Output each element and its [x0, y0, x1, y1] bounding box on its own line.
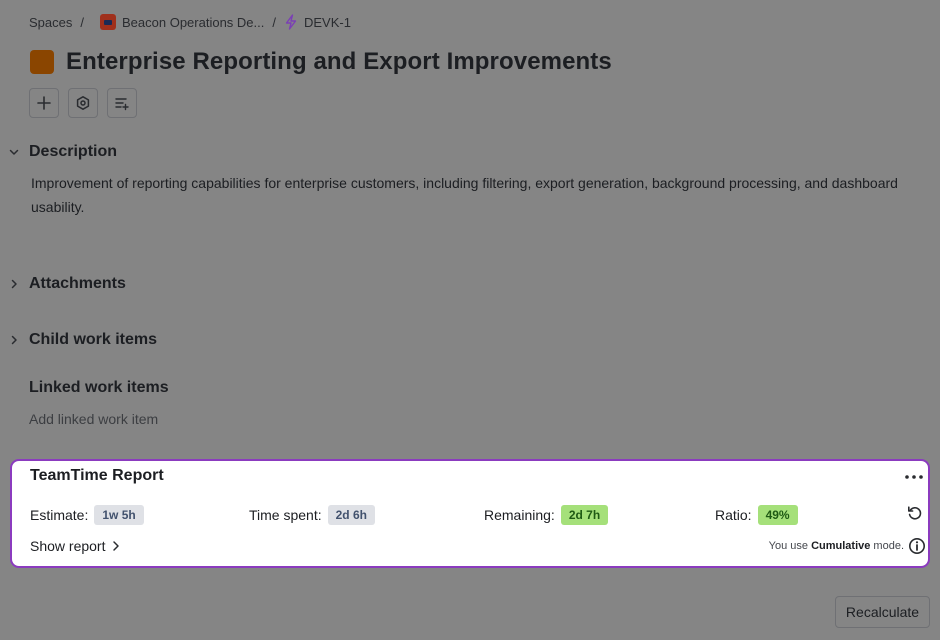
ratio-metric: Ratio: 49% — [715, 505, 798, 525]
apps-button[interactable] — [68, 88, 98, 118]
lightning-icon — [285, 14, 297, 30]
issue-toolbar — [29, 88, 137, 118]
title-row: Enterprise Reporting and Export Improvem… — [30, 46, 612, 78]
show-report-link[interactable]: Show report — [30, 538, 121, 554]
estimate-label: Estimate: — [30, 507, 89, 523]
info-icon[interactable] — [908, 537, 926, 555]
work-type-icon[interactable] — [30, 50, 54, 74]
add-field-button[interactable] — [107, 88, 137, 118]
add-button[interactable] — [29, 88, 59, 118]
more-icon — [905, 475, 923, 479]
chevron-down-icon — [6, 144, 22, 160]
breadcrumb-separator: / — [80, 14, 84, 30]
teamtime-title: TeamTime Report — [30, 467, 164, 484]
breadcrumb: Spaces / Beacon Operations De... / DEVK-… — [29, 12, 351, 32]
time-spent-label: Time spent: — [249, 507, 322, 523]
list-add-icon — [115, 98, 129, 111]
remaining-label: Remaining: — [484, 507, 555, 523]
breadcrumb-issue-key[interactable]: DEVK-1 — [304, 15, 351, 30]
attachments-section-toggle[interactable]: Attachments — [6, 272, 126, 296]
estimate-value: 1w 5h — [94, 505, 144, 525]
project-avatar-icon — [100, 14, 116, 30]
linked-items-heading: Linked work items — [29, 379, 169, 396]
show-report-label: Show report — [30, 538, 106, 554]
remaining-value: 2d 7h — [560, 505, 609, 525]
mode-suffix: mode. — [873, 540, 904, 552]
child-items-section-toggle[interactable]: Child work items — [6, 328, 157, 352]
teamtime-report-panel: TeamTime Report Estimate: 1w 5h Time spe… — [10, 459, 930, 568]
plus-icon — [37, 96, 51, 110]
attachments-heading: Attachments — [29, 275, 126, 292]
mode-indicator: You use Cumulative mode. — [769, 540, 904, 552]
chevron-right-icon — [6, 276, 22, 292]
description-heading: Description — [29, 143, 118, 160]
chevron-right-icon — [6, 332, 22, 348]
ratio-value: 49% — [757, 505, 798, 525]
time-spent-value: 2d 6h — [327, 505, 375, 525]
description-section-toggle[interactable]: Description — [6, 140, 117, 164]
remaining-metric: Remaining: 2d 7h — [484, 505, 609, 525]
mode-prefix: You use — [768, 540, 808, 552]
recalculate-button[interactable]: Recalculate — [835, 596, 930, 628]
more-options-button[interactable] — [902, 467, 926, 487]
mode-name: Cumulative — [811, 540, 871, 552]
page-title[interactable]: Enterprise Reporting and Export Improvem… — [66, 48, 612, 76]
add-linked-item-link[interactable]: Add linked work item — [29, 411, 158, 427]
refresh-icon[interactable] — [906, 504, 924, 522]
estimate-metric: Estimate: 1w 5h — [30, 505, 144, 525]
ratio-label: Ratio: — [715, 507, 752, 523]
breadcrumb-project[interactable]: Beacon Operations De... — [122, 15, 264, 30]
breadcrumb-separator: / — [272, 14, 276, 30]
issue-page: Spaces / Beacon Operations De... / DEVK-… — [0, 0, 940, 640]
chevron-right-icon — [113, 541, 120, 551]
breadcrumb-spaces[interactable]: Spaces — [29, 15, 72, 30]
time-spent-metric: Time spent: 2d 6h — [249, 505, 375, 525]
settings-hexagon-icon — [76, 96, 90, 110]
description-text[interactable]: Improvement of reporting capabilities fo… — [31, 171, 911, 219]
child-items-heading: Child work items — [29, 331, 158, 348]
